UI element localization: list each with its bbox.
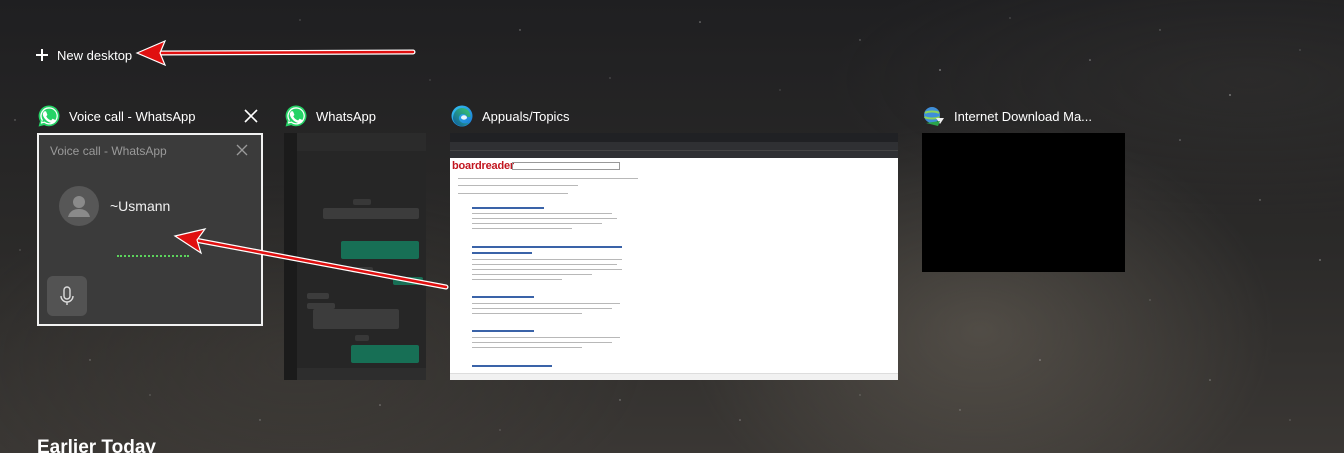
browser-bookmarks-bar — [450, 150, 898, 158]
preview-close-icon — [236, 144, 248, 156]
browser-tab-strip — [450, 133, 898, 142]
message-composer — [297, 368, 426, 380]
microphone-icon — [60, 286, 74, 305]
window-title: Appuals/Topics — [482, 108, 570, 124]
timeline-section-heading: Earlier Today — [37, 437, 156, 453]
window-title: WhatsApp — [316, 108, 376, 124]
whatsapp-icon — [38, 105, 60, 127]
browser-notice-bar — [450, 373, 898, 380]
chat-area — [297, 151, 426, 368]
sidebar-rail — [284, 133, 297, 380]
avatar — [59, 186, 99, 226]
chat-header — [297, 133, 426, 151]
preview-title: Voice call - WhatsApp — [50, 144, 167, 158]
browser-address-bar — [450, 142, 898, 150]
annotation-arrow-new-desktop — [135, 39, 416, 67]
plus-icon — [36, 49, 48, 61]
contact-name: ~Usmann — [110, 198, 171, 214]
window-preview[interactable]: Voice call - WhatsApp ~Usmann — [37, 133, 263, 326]
new-desktop-button[interactable]: New desktop — [36, 44, 132, 66]
window-title: Internet Download Ma... — [954, 108, 1093, 124]
site-logo: boardreader — [452, 160, 514, 172]
edge-browser-icon — [451, 105, 473, 127]
window-header: Internet Download Ma... — [922, 104, 1125, 128]
person-icon — [68, 196, 90, 217]
site-search-box — [512, 162, 620, 170]
window-preview[interactable] — [284, 133, 426, 380]
close-window-icon[interactable] — [242, 107, 260, 125]
new-desktop-label: New desktop — [57, 47, 133, 63]
call-activity-indicator — [117, 255, 189, 257]
task-window-voice-call[interactable]: Voice call - WhatsApp Voice call - Whats… — [37, 104, 263, 326]
window-header: WhatsApp — [284, 104, 426, 128]
window-preview[interactable]: boardreader — [450, 133, 898, 380]
task-window-appuals-topics[interactable]: Appuals/Topics boardreader — [450, 104, 898, 380]
window-preview[interactable] — [922, 133, 1125, 272]
task-window-whatsapp[interactable]: WhatsApp — [284, 104, 426, 380]
mute-button[interactable] — [47, 276, 87, 316]
window-header: Voice call - WhatsApp — [37, 104, 227, 128]
task-window-internet-download-manager[interactable]: Internet Download Ma... — [922, 104, 1125, 272]
window-header: Appuals/Topics — [450, 104, 750, 128]
window-title: Voice call - WhatsApp — [69, 108, 196, 124]
internet-download-manager-icon — [924, 107, 944, 126]
whatsapp-icon — [285, 105, 307, 127]
